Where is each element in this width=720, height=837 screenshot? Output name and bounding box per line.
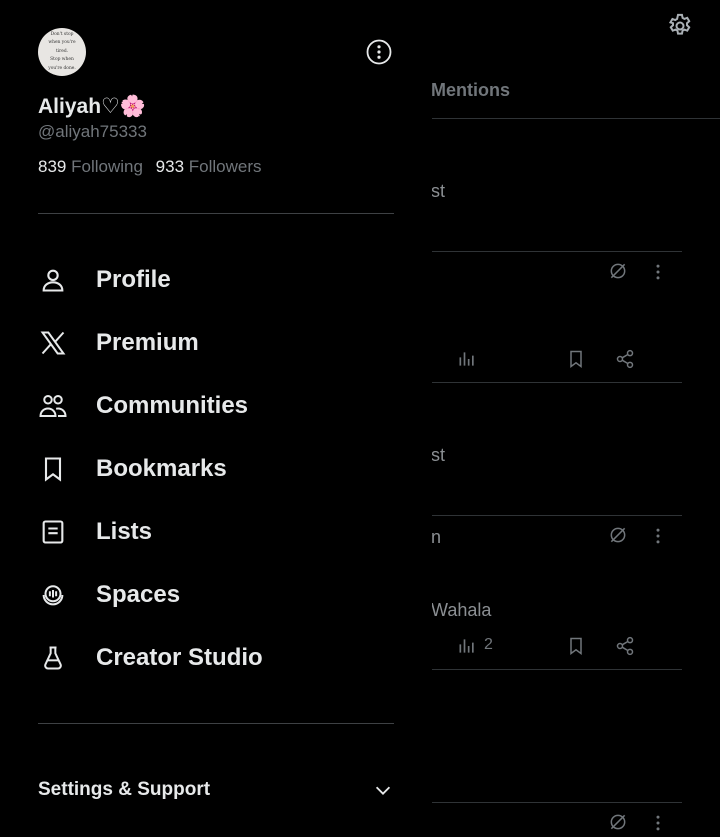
following-link[interactable]: 839 Following bbox=[38, 157, 148, 176]
post-snippet: Wahala bbox=[431, 600, 492, 620]
bookmark-icon bbox=[38, 454, 68, 484]
more-options-icon[interactable] bbox=[648, 526, 668, 546]
avatar-text: Don't stop when you're tired. Stop when … bbox=[48, 32, 76, 71]
list-icon bbox=[38, 517, 68, 547]
divider bbox=[38, 723, 394, 724]
tab-mentions[interactable]: Mentions bbox=[431, 80, 510, 101]
menu-item-label: Spaces bbox=[96, 581, 181, 608]
menu-item-label: Premium bbox=[96, 329, 199, 356]
followers-count: 933 bbox=[155, 157, 185, 176]
profile-name[interactable]: Aliyah♡🌸 bbox=[38, 94, 146, 119]
bookmark-icon[interactable] bbox=[566, 349, 586, 369]
menu-item-communities[interactable]: Communities bbox=[38, 384, 394, 428]
menu-item-premium[interactable]: Premium bbox=[38, 321, 394, 365]
person-icon bbox=[38, 265, 68, 295]
following-count: 839 bbox=[38, 157, 67, 176]
menu-item-bookmarks[interactable]: Bookmarks bbox=[38, 447, 394, 491]
menu-item-spaces[interactable]: Spaces bbox=[38, 573, 394, 617]
menu-item-label: Creator Studio bbox=[96, 644, 263, 671]
x-logo-icon bbox=[38, 328, 68, 358]
menu-item-creator-studio[interactable]: Creator Studio bbox=[38, 636, 394, 680]
menu-item-label: Lists bbox=[96, 518, 153, 545]
analytics-icon[interactable] bbox=[457, 349, 477, 369]
share-icon[interactable] bbox=[615, 349, 635, 369]
menu-item-label: Bookmarks bbox=[96, 455, 227, 482]
menu-item-profile[interactable]: Profile bbox=[38, 258, 394, 302]
people-icon bbox=[38, 391, 68, 421]
post-snippet: st bbox=[431, 181, 446, 201]
chevron-down-icon bbox=[375, 786, 391, 795]
navigation-drawer: Don't stop when you're tired. Stop when … bbox=[0, 0, 432, 837]
avatar[interactable]: Don't stop when you're tired. Stop when … bbox=[38, 28, 86, 76]
mute-icon[interactable] bbox=[608, 261, 628, 281]
more-options-icon[interactable] bbox=[648, 262, 668, 282]
settings-support-toggle[interactable]: Settings & Support bbox=[38, 774, 394, 806]
post-divider bbox=[431, 382, 682, 383]
post-divider bbox=[431, 515, 682, 516]
followers-link[interactable]: 933 Followers bbox=[156, 157, 262, 176]
more-options-icon[interactable] bbox=[366, 39, 392, 65]
bookmark-icon[interactable] bbox=[566, 636, 586, 656]
post-divider bbox=[431, 802, 682, 803]
mute-icon[interactable] bbox=[608, 812, 628, 832]
tab-divider bbox=[431, 118, 720, 119]
post-divider bbox=[431, 669, 682, 670]
profile-handle: @aliyah75333 bbox=[38, 122, 147, 141]
post-snippet: st bbox=[431, 445, 446, 465]
flask-icon bbox=[38, 643, 68, 673]
post-snippet: n bbox=[431, 527, 442, 547]
mute-icon[interactable] bbox=[608, 525, 628, 545]
menu-item-label: Profile bbox=[96, 266, 171, 293]
menu-item-lists[interactable]: Lists bbox=[38, 510, 394, 554]
post-divider bbox=[431, 251, 682, 252]
following-label: Following bbox=[71, 157, 143, 176]
follow-stats: 839 Following 933 Followers bbox=[38, 157, 270, 177]
microphone-icon bbox=[38, 580, 68, 610]
more-options-icon[interactable] bbox=[648, 813, 668, 833]
gear-icon[interactable] bbox=[666, 12, 694, 40]
divider bbox=[38, 213, 394, 214]
share-icon[interactable] bbox=[615, 636, 635, 656]
analytics-icon[interactable] bbox=[457, 636, 477, 656]
menu-item-label: Communities bbox=[96, 392, 249, 419]
followers-label: Followers bbox=[188, 157, 262, 176]
settings-support-label: Settings & Support bbox=[38, 779, 211, 800]
view-count: 2 bbox=[484, 636, 493, 653]
app-screen: Mentions st st n Wahala 2 Don't stop whe… bbox=[0, 0, 720, 837]
